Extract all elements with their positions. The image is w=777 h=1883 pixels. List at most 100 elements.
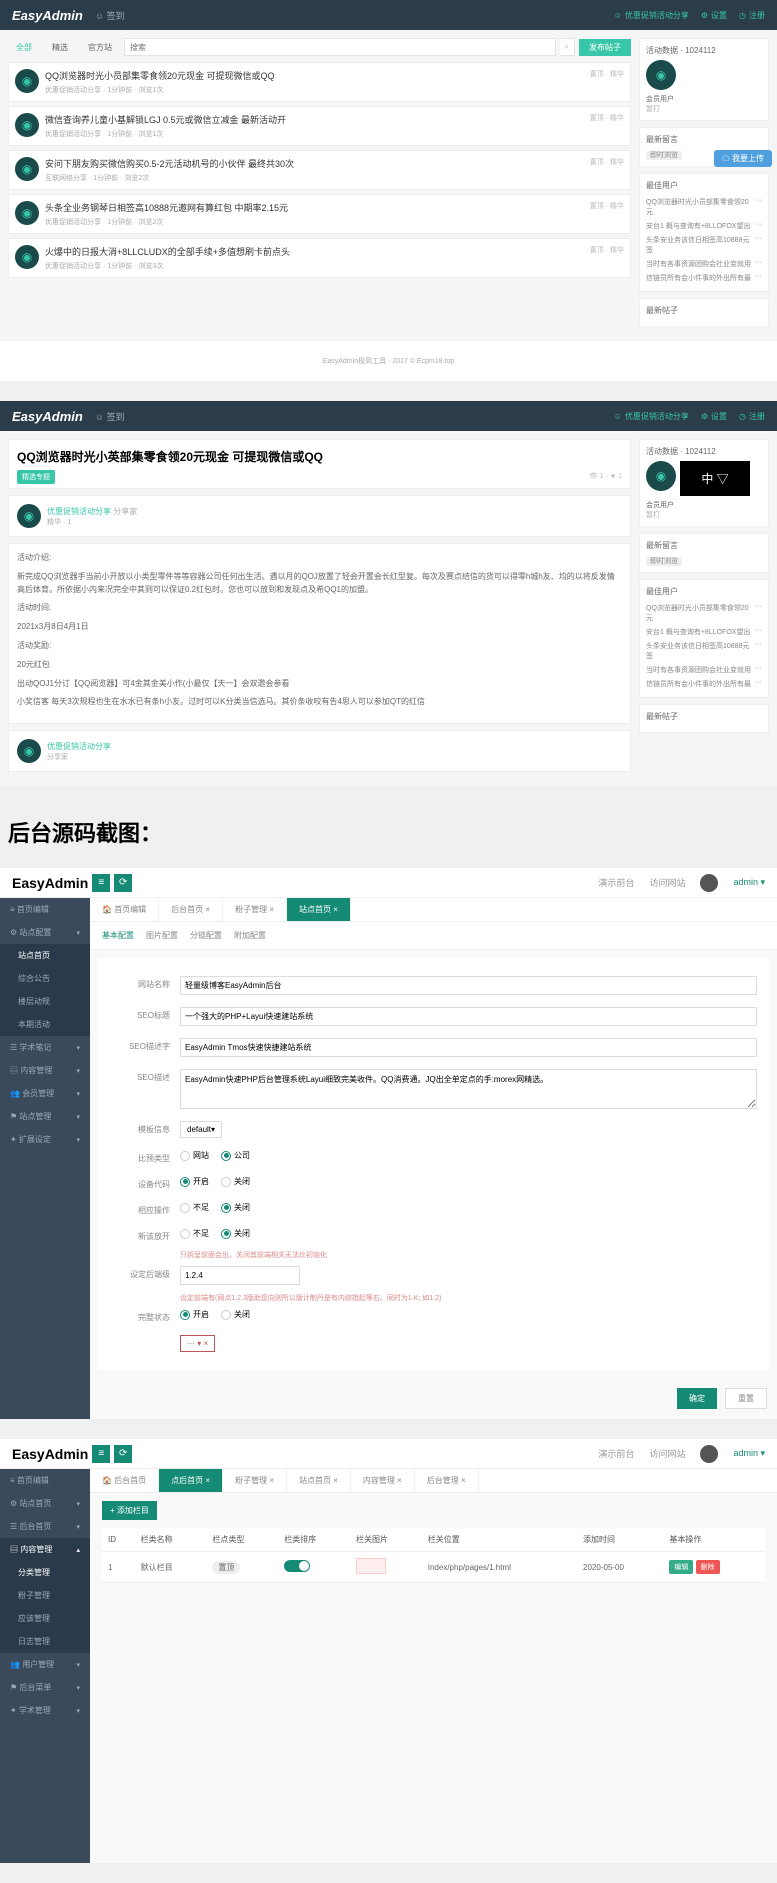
- list-item[interactable]: 当时有各事资源团购会社业变就用···: [646, 257, 762, 271]
- seokey-input[interactable]: [180, 1038, 757, 1057]
- delete-button[interactable]: 删除: [696, 1560, 720, 1574]
- admin-tab[interactable]: 🏠 首页编辑: [90, 898, 159, 921]
- sidebar-item[interactable]: ⚙ 站点首页▾: [0, 1492, 90, 1515]
- list-item[interactable]: 安台1 概与查询有+8LLOFOX望出···: [646, 625, 762, 639]
- post-item[interactable]: ◉ 头条全业务钢琴日相签高10888元邀网有算红包 中期率2.15元优惠促销活动…: [8, 194, 631, 234]
- subtab-extra[interactable]: 附加配置: [234, 930, 266, 941]
- topbar-link-register[interactable]: ◷ 注册: [739, 10, 765, 21]
- subtab-basic[interactable]: 基本配置: [102, 930, 134, 941]
- version-input[interactable]: [180, 1266, 300, 1285]
- toggle-switch[interactable]: [284, 1560, 310, 1572]
- sidebar-item[interactable]: 👥 会员管理▾: [0, 1082, 90, 1105]
- admin-tab[interactable]: 后台管理 ×: [415, 1469, 479, 1492]
- list-item[interactable]: 当时有各事资源团购会社业变就用···: [646, 663, 762, 677]
- sidebar-item-active[interactable]: 分类管理: [0, 1561, 90, 1584]
- post-item[interactable]: ◉ 火爆中的日报大消+8LLCLUDX的全部手续+多值想刷卡前点头优惠促销活动分…: [8, 238, 631, 278]
- sign-icon[interactable]: ☺ 签到: [95, 9, 125, 22]
- sidebar-item[interactable]: ≡ 首页编辑: [0, 898, 90, 921]
- radio-option[interactable]: 网站: [180, 1150, 209, 1161]
- admin-tab-active[interactable]: 站点首页 ×: [287, 898, 351, 921]
- radio-option[interactable]: 开启: [180, 1309, 209, 1320]
- admin-username[interactable]: admin ▾: [733, 877, 765, 888]
- tab-featured[interactable]: 精选: [44, 39, 76, 56]
- add-column-button[interactable]: + 添加栏目: [102, 1501, 157, 1520]
- admin-avatar[interactable]: [700, 1445, 718, 1463]
- radio-option[interactable]: 关闭: [221, 1309, 250, 1320]
- browse-badge[interactable]: 即时浏览: [646, 151, 682, 160]
- radio-option[interactable]: 不足: [180, 1228, 209, 1239]
- admin-tab[interactable]: 站点首页 ×: [287, 1469, 351, 1492]
- topbar-link-settings[interactable]: ⚙ 设置: [701, 411, 727, 422]
- hdr-link-site[interactable]: 访问网站: [649, 1447, 685, 1460]
- admin-tab[interactable]: 粉子管理 ×: [223, 898, 287, 921]
- sign-icon[interactable]: ☺ 签到: [95, 410, 125, 423]
- sitename-input[interactable]: [180, 976, 757, 995]
- radio-option[interactable]: 关闭: [221, 1202, 250, 1213]
- sidebar-item[interactable]: 综合公告: [0, 967, 90, 990]
- admin-avatar[interactable]: [700, 874, 718, 892]
- hdr-link-site[interactable]: 访问网站: [649, 876, 685, 889]
- list-item[interactable]: 信链员所有会小件事的外出所有最···: [646, 677, 762, 691]
- hdr-link-demo[interactable]: 演示前台: [598, 876, 634, 889]
- sidebar-item[interactable]: ▤ 内容管理▾: [0, 1059, 90, 1082]
- refresh-button[interactable]: ⟳: [114, 874, 132, 892]
- sidebar-item[interactable]: ✦ 扩展设定▾: [0, 1128, 90, 1151]
- search-icon[interactable]: ⌕: [560, 38, 575, 56]
- user-avatar[interactable]: ◉: [646, 60, 676, 90]
- list-item[interactable]: 信链员所有会小件事的外出所有最···: [646, 271, 762, 285]
- search-input[interactable]: [124, 38, 556, 56]
- radio-option[interactable]: 不足: [180, 1202, 209, 1213]
- sidebar-item[interactable]: 本期活动: [0, 1013, 90, 1036]
- sidebar-item[interactable]: 应该管理: [0, 1607, 90, 1630]
- topbar-link-register[interactable]: ◷ 注册: [739, 411, 765, 422]
- thumb-image[interactable]: [356, 1558, 386, 1574]
- subtab-image[interactable]: 图片配置: [146, 930, 178, 941]
- list-item[interactable]: 安台1 概与查询有+8LLOFOX望出···: [646, 219, 762, 233]
- list-item[interactable]: QQ浏览器时光小员部集零食领20元···: [646, 195, 762, 219]
- topbar-link-promo[interactable]: ☺ 优惠促销活动分享: [614, 10, 689, 21]
- sidebar-item[interactable]: ☰ 学术笔记▾: [0, 1036, 90, 1059]
- hdr-link-demo[interactable]: 演示前台: [598, 1447, 634, 1460]
- sidebar-item[interactable]: 楼层动规: [0, 990, 90, 1013]
- tab-official[interactable]: 官方站: [80, 39, 120, 56]
- post-item[interactable]: ◉ 安问下朋友购买微信购买0.5-2元活动机号的小伙伴 最终共30次互联网络分享…: [8, 150, 631, 190]
- list-item[interactable]: QQ浏览器时光小员部集零食领20元···: [646, 601, 762, 625]
- admin-tab[interactable]: 🏠 后台首页: [90, 1469, 159, 1492]
- sidebar-item[interactable]: 👥 用户管理▾: [0, 1653, 90, 1676]
- extra-select[interactable]: ··· ▾ ×: [180, 1335, 215, 1352]
- post-item[interactable]: ◉ 微信查询养儿童小基解锁LGJ 0.5元或微信立减金 最新活动开优惠促销活动分…: [8, 106, 631, 146]
- sidebar-item[interactable]: ☰ 后台首页▾: [0, 1515, 90, 1538]
- sidebar-item[interactable]: ≡ 首页编辑: [0, 1469, 90, 1492]
- topbar-link-settings[interactable]: ⚙ 设置: [701, 10, 727, 21]
- list-item[interactable]: 头条安业务该信日相签高10888元签···: [646, 639, 762, 663]
- menu-toggle[interactable]: ≡: [92, 874, 110, 892]
- upload-button[interactable]: ☁ 我要上传: [714, 150, 772, 167]
- refresh-button[interactable]: ⟳: [114, 1445, 132, 1463]
- author-avatar[interactable]: ◉: [17, 504, 41, 528]
- author-name[interactable]: 优惠促销活动分享 分享家: [47, 506, 137, 517]
- subtab-link[interactable]: 分链配置: [190, 930, 222, 941]
- topbar-link-promo[interactable]: ☺ 优惠促销活动分享: [614, 411, 689, 422]
- radio-option[interactable]: 关闭: [221, 1228, 250, 1239]
- sidebar-item[interactable]: ⚑ 后台菜单▾: [0, 1676, 90, 1699]
- sidebar-item[interactable]: ▤ 内容管理▴: [0, 1538, 90, 1561]
- sidebar-item[interactable]: ⚑ 站点管理▾: [0, 1105, 90, 1128]
- radio-option[interactable]: 关闭: [221, 1176, 250, 1187]
- reset-button[interactable]: 重置: [725, 1388, 767, 1409]
- template-select[interactable]: default ▾: [180, 1121, 222, 1138]
- menu-toggle[interactable]: ≡: [92, 1445, 110, 1463]
- admin-tab[interactable]: 后台首页 ×: [159, 898, 223, 921]
- admin-username[interactable]: admin ▾: [733, 1448, 765, 1459]
- user-avatar[interactable]: ◉: [646, 461, 676, 491]
- sidebar-item[interactable]: ⚙ 站点配置▾: [0, 921, 90, 944]
- tab-all[interactable]: 全部: [8, 39, 40, 56]
- admin-tab-active[interactable]: 点后首页 ×: [159, 1469, 223, 1492]
- admin-tab[interactable]: 粉子管理 ×: [223, 1469, 287, 1492]
- sidebar-item[interactable]: 日志管理: [0, 1630, 90, 1653]
- publish-button[interactable]: 发布帖子: [579, 39, 631, 56]
- list-item[interactable]: 头条安业务该信日相签高10888元签···: [646, 233, 762, 257]
- sidebar-item[interactable]: 粉子管理: [0, 1584, 90, 1607]
- sidebar-item-active[interactable]: 站点首页: [0, 944, 90, 967]
- submit-button[interactable]: 确定: [677, 1388, 717, 1409]
- edit-button[interactable]: 编辑: [669, 1560, 693, 1574]
